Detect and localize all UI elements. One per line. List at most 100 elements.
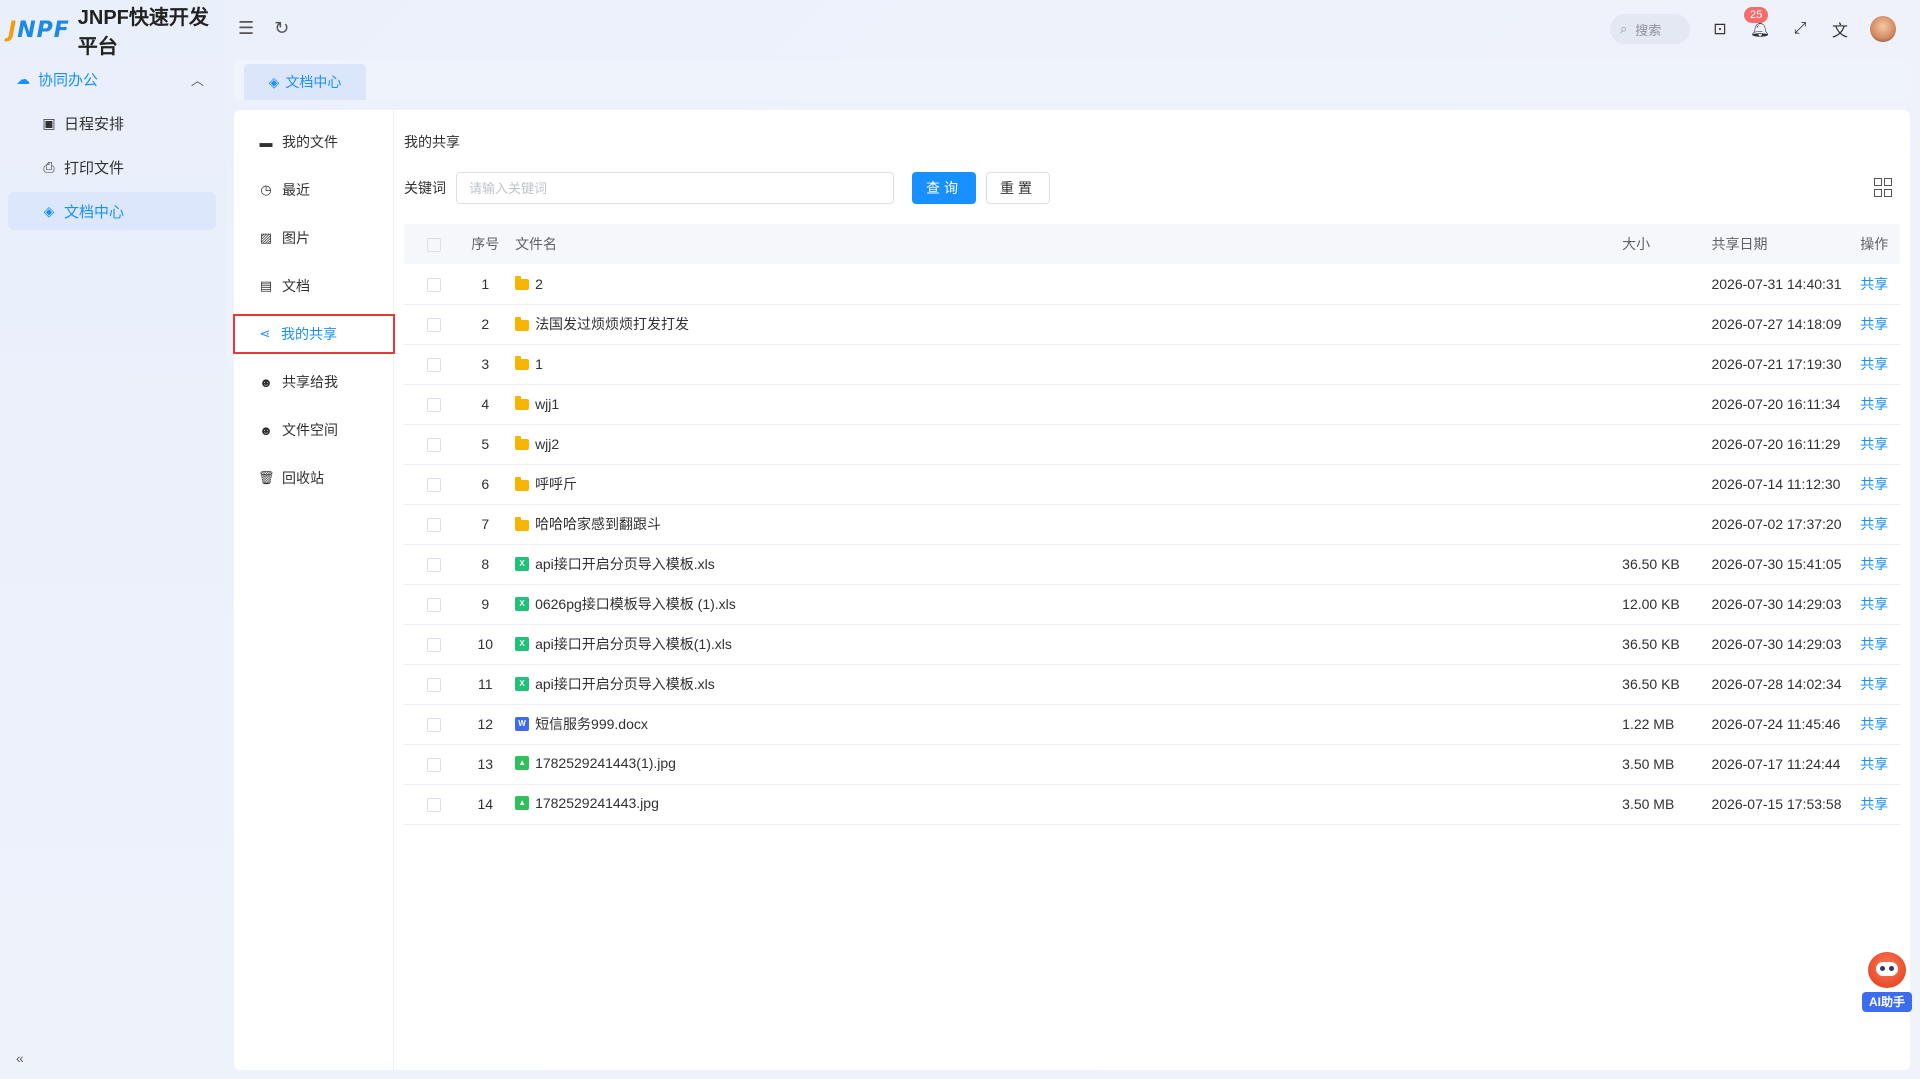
fullscreen-icon[interactable]: ⤢ bbox=[1790, 19, 1810, 39]
share-link[interactable]: 共享 bbox=[1860, 636, 1888, 652]
sidebar-item-docs[interactable]: ◈ 文档中心 bbox=[8, 192, 216, 230]
table-row[interactable]: 8 Xapi接口开启分页导入模板.xls 36.50 KB 2026-07-30 15… bbox=[404, 544, 1900, 584]
menu-documents[interactable]: ▤ 文档 bbox=[234, 266, 394, 306]
menu-toggle-icon[interactable]: ☰ bbox=[238, 18, 254, 39]
row-date: 2026-07-20 16:11:29 bbox=[1711, 436, 1841, 452]
printer-icon: ⎙ bbox=[43, 158, 55, 175]
row-file-name[interactable]: W 短信服务999.docx bbox=[507, 704, 1622, 744]
row-file-name[interactable]: ▲ 1782529241443.jpg bbox=[507, 784, 1622, 824]
share-link[interactable]: 共享 bbox=[1860, 396, 1888, 412]
collapse-sidebar-icon[interactable]: « bbox=[16, 1050, 24, 1066]
table-row[interactable]: 7 哈哈哈家感到翻跟斗 2026-07-02 17:37:20 共享 bbox=[404, 504, 1900, 544]
row-checkbox[interactable] bbox=[404, 624, 463, 664]
header-size: 大小 bbox=[1622, 236, 1651, 252]
keyword-input[interactable] bbox=[456, 172, 894, 204]
row-file-name[interactable]: Xapi接口开启分页导入模板.xls bbox=[507, 544, 1622, 584]
table-row[interactable]: 12 W 短信服务999.docx 1.22 MB 2026-07-24 11:45:4… bbox=[404, 704, 1900, 744]
row-file-name[interactable]: 2 bbox=[507, 264, 1622, 304]
menu-recycle-bin[interactable]: 🗑︎ 回收站 bbox=[234, 458, 394, 498]
sidebar: JNPF JNPF快速开发平台 ☁ 协同办公 ︿ ▣ 日程安排 ⎙ 打印文件 ◈… bbox=[0, 0, 226, 1079]
share-link[interactable]: 共享 bbox=[1860, 316, 1888, 332]
row-file-name[interactable]: 法国发过烦烦烦打发打发 bbox=[507, 304, 1622, 344]
row-checkbox[interactable] bbox=[404, 384, 463, 424]
share-link[interactable]: 共享 bbox=[1860, 676, 1888, 692]
menu-shared-with-me[interactable]: ☻ 共享给我 bbox=[234, 362, 394, 402]
sidebar-item-print[interactable]: ⎙ 打印文件 bbox=[8, 148, 216, 186]
file-name-text: 1 bbox=[535, 355, 543, 372]
table-row[interactable]: 11 Xapi接口开启分页导入模板.xls 36.50 KB 2026-07-28 1… bbox=[404, 664, 1900, 704]
app-logo[interactable]: JNPF JNPF快速开发平台 bbox=[8, 7, 226, 58]
share-link[interactable]: 共享 bbox=[1860, 436, 1888, 452]
global-search[interactable]: ⌕ 搜索 bbox=[1610, 14, 1690, 44]
grid-view-icon[interactable] bbox=[1874, 178, 1894, 198]
share-link[interactable]: 共享 bbox=[1860, 756, 1888, 772]
menu-my-files[interactable]: ▬ 我的文件 bbox=[234, 122, 394, 162]
sidebar-group-label: 协同办公 bbox=[38, 71, 99, 89]
menu-label: 最近 bbox=[282, 182, 310, 198]
table-row[interactable]: 3 1 2026-07-21 17:19:30 共享 bbox=[404, 344, 1900, 384]
share-link[interactable]: 共享 bbox=[1860, 516, 1888, 532]
menu-images[interactable]: ▨ 图片 bbox=[234, 218, 394, 258]
file-name-text: 呼呼斤 bbox=[535, 476, 578, 492]
sidebar-item-schedule[interactable]: ▣ 日程安排 bbox=[8, 104, 216, 142]
row-file-name[interactable]: Xapi接口开启分页导入模板.xls bbox=[507, 664, 1622, 704]
share-link[interactable]: 共享 bbox=[1860, 596, 1888, 612]
select-all-checkbox[interactable] bbox=[404, 224, 463, 264]
row-date: 2026-07-14 11:12:30 bbox=[1711, 476, 1841, 492]
notification-bell-icon[interactable]: 🔔︎ 25 bbox=[1744, 7, 1770, 39]
tab-docs-center[interactable]: ◈ 文档中心 bbox=[244, 64, 366, 100]
row-checkbox[interactable] bbox=[404, 424, 463, 464]
row-checkbox[interactable] bbox=[404, 464, 463, 504]
refresh-icon[interactable]: ↻ bbox=[274, 18, 289, 39]
row-checkbox[interactable] bbox=[404, 504, 463, 544]
reset-button[interactable]: 重置 bbox=[986, 172, 1050, 204]
share-link[interactable]: 共享 bbox=[1860, 276, 1888, 292]
table-row[interactable]: 6 呼呼斤 2026-07-14 11:12:30 共享 bbox=[404, 464, 1900, 504]
row-checkbox[interactable] bbox=[404, 784, 463, 824]
table-row[interactable]: 2 法国发过烦烦烦打发打发 2026-07-27 14:18:09 共享 bbox=[404, 304, 1900, 344]
chevron-up-icon[interactable]: ︿ bbox=[191, 70, 204, 89]
row-file-name[interactable]: Xapi接口开启分页导入模板(1).xls bbox=[507, 624, 1622, 664]
share-link[interactable]: 共享 bbox=[1860, 556, 1888, 572]
row-checkbox[interactable] bbox=[404, 664, 463, 704]
sidebar-group-collab[interactable]: ☁ 协同办公 ︿ bbox=[8, 64, 216, 94]
row-file-name[interactable]: 呼呼斤 bbox=[507, 464, 1622, 504]
row-checkbox[interactable] bbox=[404, 544, 463, 584]
folder-icon: ▬ bbox=[259, 134, 273, 150]
row-date: 2026-07-30 15:41:05 bbox=[1711, 556, 1842, 572]
avatar[interactable] bbox=[1870, 16, 1896, 42]
share-link[interactable]: 共享 bbox=[1860, 476, 1888, 492]
row-checkbox[interactable] bbox=[404, 744, 463, 784]
contacts-icon[interactable]: ⊡ bbox=[1710, 19, 1730, 39]
row-checkbox[interactable] bbox=[404, 584, 463, 624]
row-file-name[interactable]: X 0626pg接口模板导入模板 (1).xls bbox=[507, 584, 1622, 624]
share-link[interactable]: 共享 bbox=[1860, 716, 1888, 732]
ai-assistant-button[interactable]: AI助手 bbox=[1862, 952, 1912, 1018]
row-file-name[interactable]: 哈哈哈家感到翻跟斗 bbox=[507, 504, 1622, 544]
row-checkbox[interactable] bbox=[404, 704, 463, 744]
menu-recent[interactable]: ◷ 最近 bbox=[234, 170, 394, 210]
menu-file-space[interactable]: ☻ 文件空间 bbox=[234, 410, 394, 450]
row-checkbox[interactable] bbox=[404, 344, 463, 384]
row-file-name[interactable]: 1 bbox=[507, 344, 1622, 384]
share-link[interactable]: 共享 bbox=[1860, 796, 1888, 812]
menu-my-shares[interactable]: ⋖ 我的共享 bbox=[233, 314, 395, 354]
table-row[interactable]: 5 wjj2 2026-07-20 16:11:29 共享 bbox=[404, 424, 1900, 464]
query-button[interactable]: 查询 bbox=[912, 172, 976, 204]
table-row[interactable]: 9 X 0626pg接口模板导入模板 (1).xls 12.00 KB 2026-07-… bbox=[404, 584, 1900, 624]
row-checkbox[interactable] bbox=[404, 264, 463, 304]
row-checkbox[interactable] bbox=[404, 304, 463, 344]
table-row[interactable]: 4 wjj1 2026-07-20 16:11:34 共享 bbox=[404, 384, 1900, 424]
language-icon[interactable]: 文 bbox=[1830, 19, 1850, 40]
row-file-name[interactable]: wjj2 bbox=[507, 424, 1622, 464]
table-row[interactable]: 10 Xapi接口开启分页导入模板(1).xls 36.50 KB 2026-07-3… bbox=[404, 624, 1900, 664]
row-date: 2026-07-30 14:29:03 bbox=[1711, 636, 1842, 652]
table-row[interactable]: 1 2 2026-07-31 14:40:31 共享 bbox=[404, 264, 1900, 304]
share-link[interactable]: 共享 bbox=[1860, 356, 1888, 372]
row-date: 2026-07-21 17:19:30 bbox=[1711, 356, 1842, 372]
row-file-name[interactable]: wjj1 bbox=[507, 384, 1622, 424]
row-file-name[interactable]: ▲ 1782529241443(1).jpg bbox=[507, 744, 1622, 784]
table-row[interactable]: 13 ▲ 1782529241443(1).jpg 3.50 MB 2026-07-17… bbox=[404, 744, 1900, 784]
header-name: 文件名 bbox=[515, 236, 558, 252]
table-row[interactable]: 14 ▲ 1782529241443.jpg 3.50 MB 2026-07-15 17… bbox=[404, 784, 1900, 824]
